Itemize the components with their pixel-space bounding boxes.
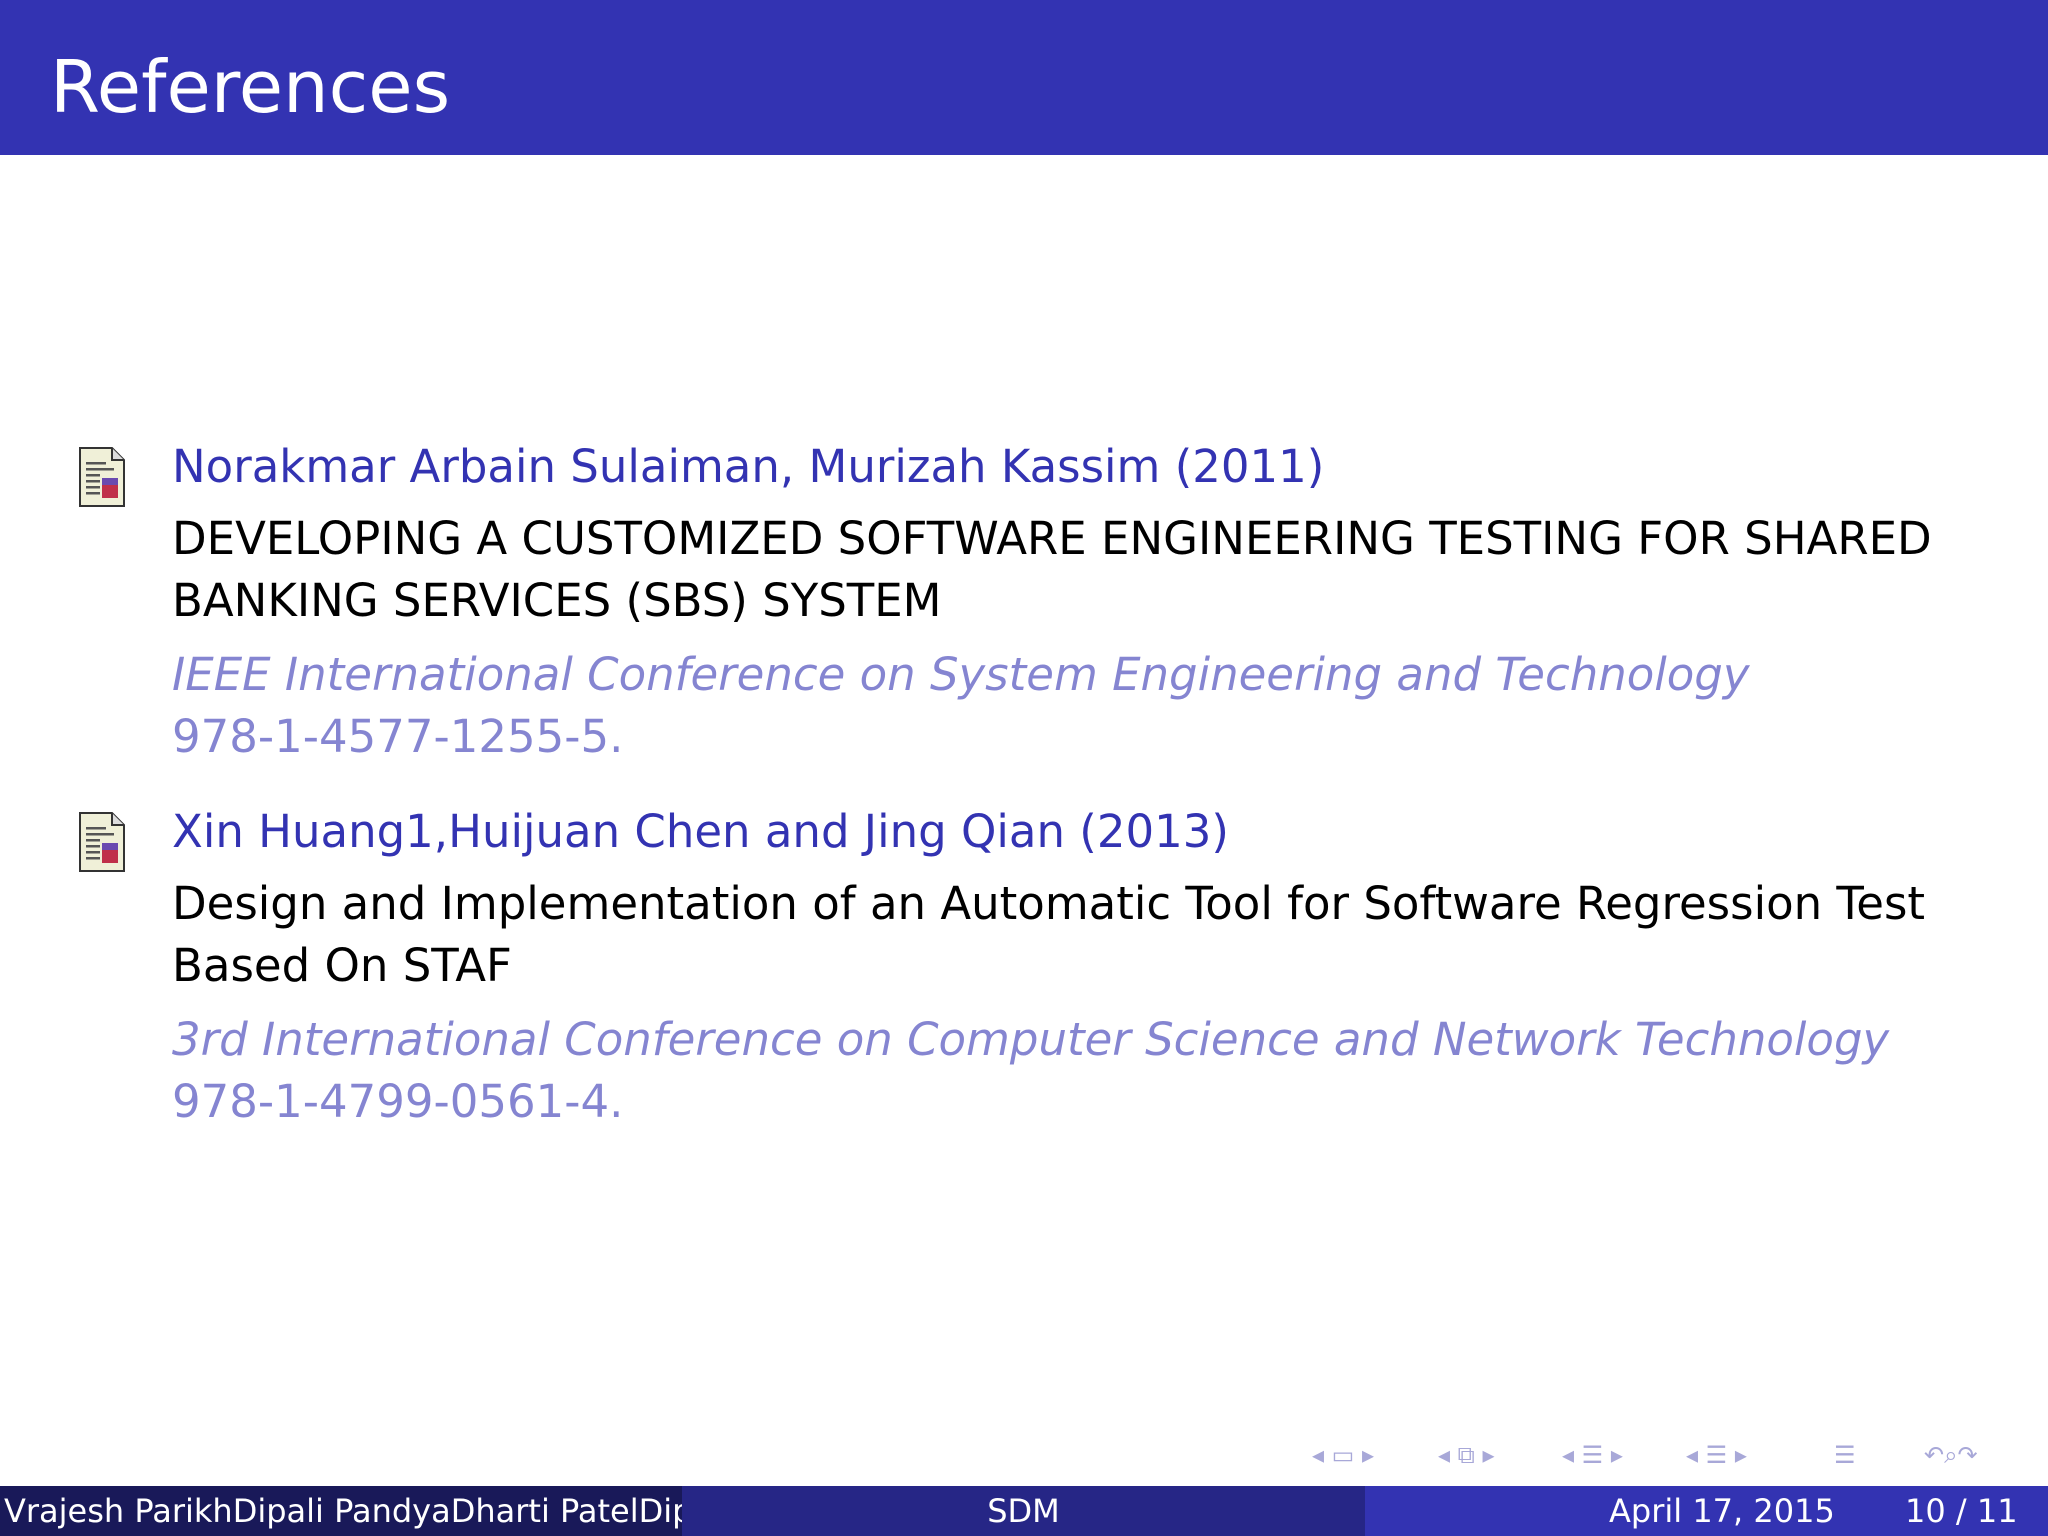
footer-page-number: 10 / 11 [1905,1492,2018,1530]
footer-authors-text: Vrajesh ParikhDipali PandyaDharti PatelD… [4,1492,682,1530]
reference-author: Xin Huang1,Huijuan Chen and Jing Qian (2… [172,805,1229,858]
nav-subsection-icon[interactable]: ◂ ⧉ ▸ [1438,1440,1495,1470]
reference-venue: 3rd International Conference on Computer… [172,1013,1890,1066]
article-icon [79,447,125,507]
nav-section-icon[interactable]: ◂ ☰ ▸ [1562,1440,1623,1470]
nav-search-icon[interactable]: ↶⌕↷ [1924,1440,1978,1470]
beamer-navigation: ◂ ▭ ▸ ◂ ⧉ ▸ ◂ ☰ ▸ ◂ ☰ ▸ ☰ ↶⌕↷ [1312,1440,2032,1470]
nav-frame-icon[interactable]: ◂ ▭ ▸ [1312,1440,1374,1470]
reference-title: DEVELOPING A CUSTOMIZED SOFTWARE ENGINEE… [172,512,1932,627]
reference-isbn: 978-1-4799-0561-4. [172,1075,624,1128]
article-icon [79,812,125,872]
slide-title: References [50,45,451,129]
slide-header: References [0,0,2048,155]
footer-date: April 17, 2015 [1609,1492,1835,1530]
reference-venue: IEEE International Conference on System … [172,648,1750,701]
nav-align-icon[interactable]: ☰ [1834,1440,1856,1470]
reference-isbn: 978-1-4577-1255-5. [172,710,624,763]
nav-presentation-icon[interactable]: ◂ ☰ ▸ [1686,1440,1747,1470]
reference-author: Norakmar Arbain Sulaiman, Murizah Kassim… [172,440,1325,493]
slide-footer: Vrajesh ParikhDipali PandyaDharti PatelD… [0,1486,2048,1536]
footer-short-title: SDM [682,1486,1365,1536]
footer-authors: Vrajesh ParikhDipali PandyaDharti PatelD… [0,1486,682,1536]
footer-info: April 17, 2015 10 / 11 [1365,1486,2048,1536]
reference-title: Design and Implementation of an Automati… [172,877,1926,992]
